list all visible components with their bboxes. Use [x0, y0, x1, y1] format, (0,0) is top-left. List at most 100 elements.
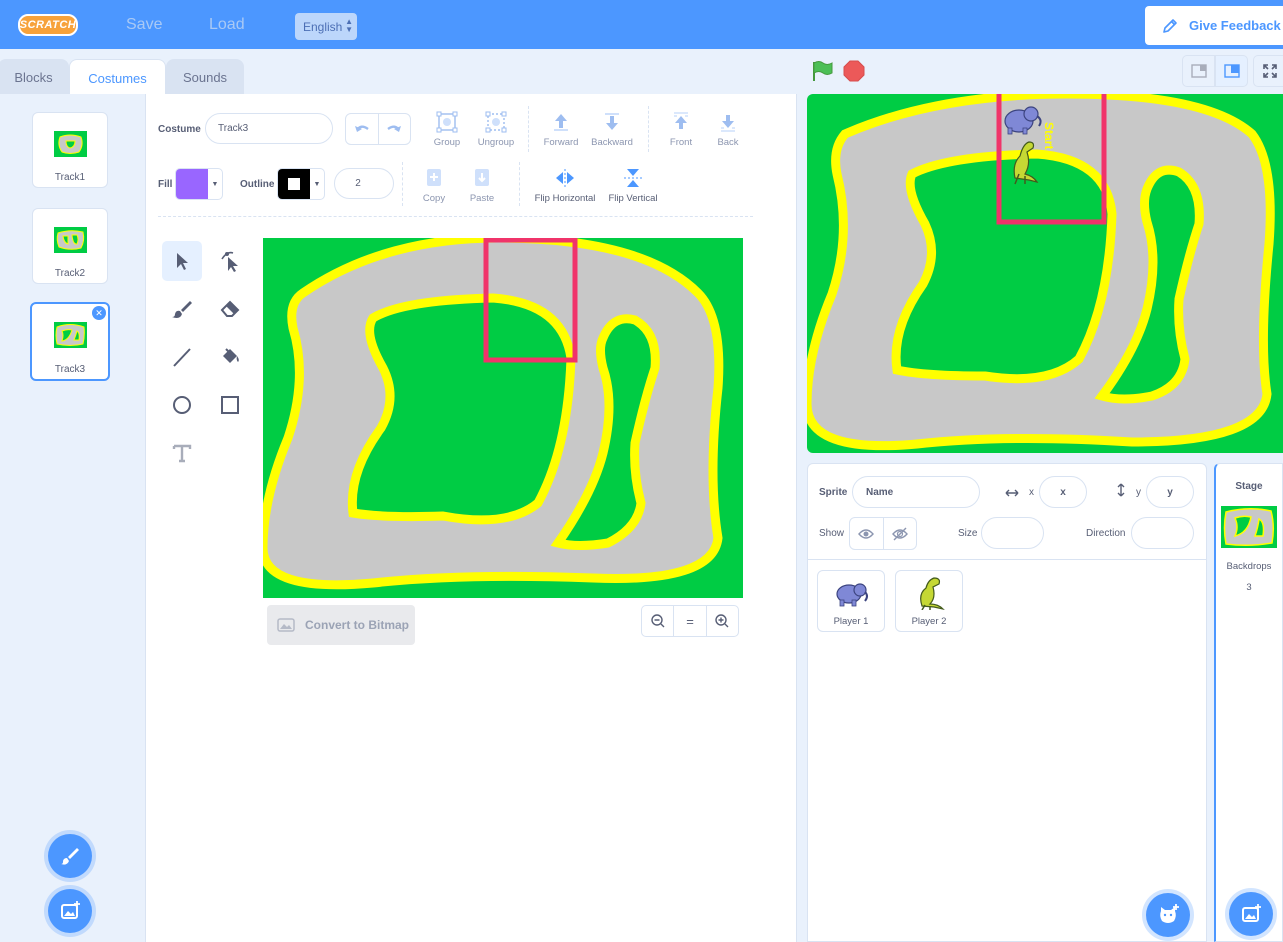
front-label: Front — [669, 137, 693, 148]
back-label: Back — [717, 137, 739, 148]
tab-costumes[interactable]: Costumes — [69, 59, 166, 96]
redo-button[interactable] — [379, 114, 411, 144]
choose-costume-button[interactable] — [48, 889, 92, 933]
paint-new-costume-button[interactable] — [48, 834, 92, 878]
stop-sign-icon — [843, 60, 865, 82]
paint-canvas[interactable] — [263, 238, 743, 598]
stage-title: Stage — [1235, 481, 1263, 492]
front-button[interactable]: Front — [664, 111, 698, 148]
zoom-out-button[interactable] — [642, 606, 675, 636]
line-tool[interactable] — [162, 337, 202, 377]
zoom-in-button[interactable] — [707, 606, 738, 636]
back-button[interactable]: Back — [712, 111, 744, 148]
eraser-tool[interactable] — [210, 289, 250, 329]
sprite-tile-player-1[interactable]: Player 1 — [817, 570, 885, 632]
brush-tool[interactable] — [162, 289, 202, 329]
fill-tool[interactable] — [210, 337, 250, 377]
paint-bucket-icon — [223, 348, 239, 363]
choose-backdrop-button[interactable] — [1229, 892, 1273, 936]
costume-tile-track3[interactable]: Track3 ✕ — [30, 302, 110, 381]
x-arrows-icon — [1005, 485, 1019, 503]
pencil-icon — [1163, 18, 1177, 33]
y-input[interactable]: y — [1146, 476, 1194, 508]
fill-color-picker[interactable]: ▼ — [175, 168, 223, 200]
circle-icon — [173, 396, 191, 414]
backward-button[interactable]: Backward — [588, 111, 636, 148]
stage-selector[interactable]: Stage Backdrops 3 — [1214, 463, 1283, 942]
normal-stage-button[interactable] — [1215, 55, 1248, 87]
backdrops-count: 3 — [1246, 582, 1252, 593]
outline-color-picker[interactable]: ▼ — [277, 168, 325, 200]
fullscreen-button[interactable] — [1253, 55, 1283, 87]
costume-tile-track1[interactable]: Track1 — [32, 112, 108, 188]
give-feedback-label: Give Feedback — [1189, 18, 1281, 33]
size-input[interactable] — [981, 517, 1044, 549]
outline-width-input[interactable]: 2 — [334, 168, 394, 199]
convert-to-bitmap-button[interactable]: Convert to Bitmap — [267, 605, 415, 645]
sprite-tile-player-2[interactable]: Player 2 — [895, 570, 963, 632]
toolbar-separator — [528, 106, 529, 152]
green-flag-button[interactable] — [811, 60, 835, 87]
group-button[interactable]: Group — [430, 111, 464, 148]
hide-sprite-button[interactable] — [884, 518, 917, 549]
costume-thumbnail — [54, 131, 87, 157]
costume-label: Track1 — [54, 172, 86, 183]
copy-button[interactable]: Copy — [418, 167, 450, 204]
outline-label: Outline — [240, 179, 275, 190]
costume-name-input[interactable]: Track3 — [205, 113, 333, 144]
tab-blocks[interactable]: Blocks — [0, 59, 69, 95]
copy-label: Copy — [422, 193, 446, 204]
chevron-down-icon: ▼ — [211, 180, 219, 188]
x-input[interactable]: x — [1039, 476, 1087, 508]
paste-button[interactable]: Paste — [466, 167, 498, 204]
eye-icon — [858, 528, 875, 539]
undo-button[interactable] — [346, 114, 379, 144]
toolbar-separator — [648, 106, 649, 152]
choose-sprite-button[interactable] — [1146, 893, 1190, 937]
ungroup-button[interactable]: Ungroup — [474, 111, 518, 148]
stop-button[interactable] — [843, 60, 865, 87]
flip-horizontal-button[interactable]: Flip Horizontal — [532, 167, 598, 204]
rectangle-tool[interactable] — [210, 385, 250, 425]
flip-vertical-icon — [624, 169, 642, 187]
backdrop-thumbnail — [1221, 506, 1277, 548]
scratch-logo[interactable]: SCRATCH — [18, 14, 78, 36]
language-select[interactable]: English ▲ ▼ — [295, 13, 357, 40]
circle-tool[interactable] — [162, 385, 202, 425]
show-sprite-button[interactable] — [850, 518, 884, 549]
costume-tile-track2[interactable]: Track2 — [32, 208, 108, 284]
chevron-down-icon: ▼ — [313, 180, 321, 188]
forward-button[interactable]: Forward — [540, 111, 582, 148]
undo-icon — [354, 125, 369, 132]
text-tool[interactable] — [162, 433, 202, 473]
small-stage-button[interactable] — [1182, 55, 1215, 87]
stage-canvas[interactable]: Start — [807, 94, 1283, 453]
forward-label: Forward — [543, 137, 579, 148]
zoom-in-icon — [715, 614, 729, 628]
bitmap-icon — [277, 618, 295, 632]
select-tool[interactable] — [162, 241, 202, 281]
delete-costume-icon[interactable]: ✕ — [92, 306, 106, 320]
start-text: Start — [1042, 122, 1056, 149]
paste-label: Paste — [469, 193, 495, 204]
direction-input[interactable] — [1131, 517, 1194, 549]
ungroup-label: Ungroup — [477, 137, 515, 148]
zoom-reset-button[interactable]: = — [674, 606, 707, 636]
reshape-tool[interactable] — [210, 241, 250, 281]
tab-sounds[interactable]: Sounds — [166, 59, 244, 95]
image-add-icon — [61, 901, 80, 919]
give-feedback-button[interactable]: Give Feedback — [1145, 6, 1283, 45]
rectangle-icon — [221, 396, 239, 414]
x-label: x — [1029, 487, 1034, 498]
flip-vertical-button[interactable]: Flip Vertical — [606, 167, 660, 204]
sprite-name-input[interactable]: Name — [852, 476, 980, 508]
ungroup-icon — [485, 111, 507, 133]
flip-vertical-label: Flip Vertical — [608, 193, 658, 204]
save-menu-item[interactable]: Save — [126, 16, 162, 34]
backward-label: Backward — [591, 137, 633, 148]
text-icon — [172, 444, 192, 463]
backdrops-label: Backdrops — [1226, 561, 1272, 572]
reshape-cursor-icon — [221, 251, 238, 272]
load-menu-item[interactable]: Load — [209, 16, 245, 34]
sprite-label: Sprite — [819, 487, 848, 498]
